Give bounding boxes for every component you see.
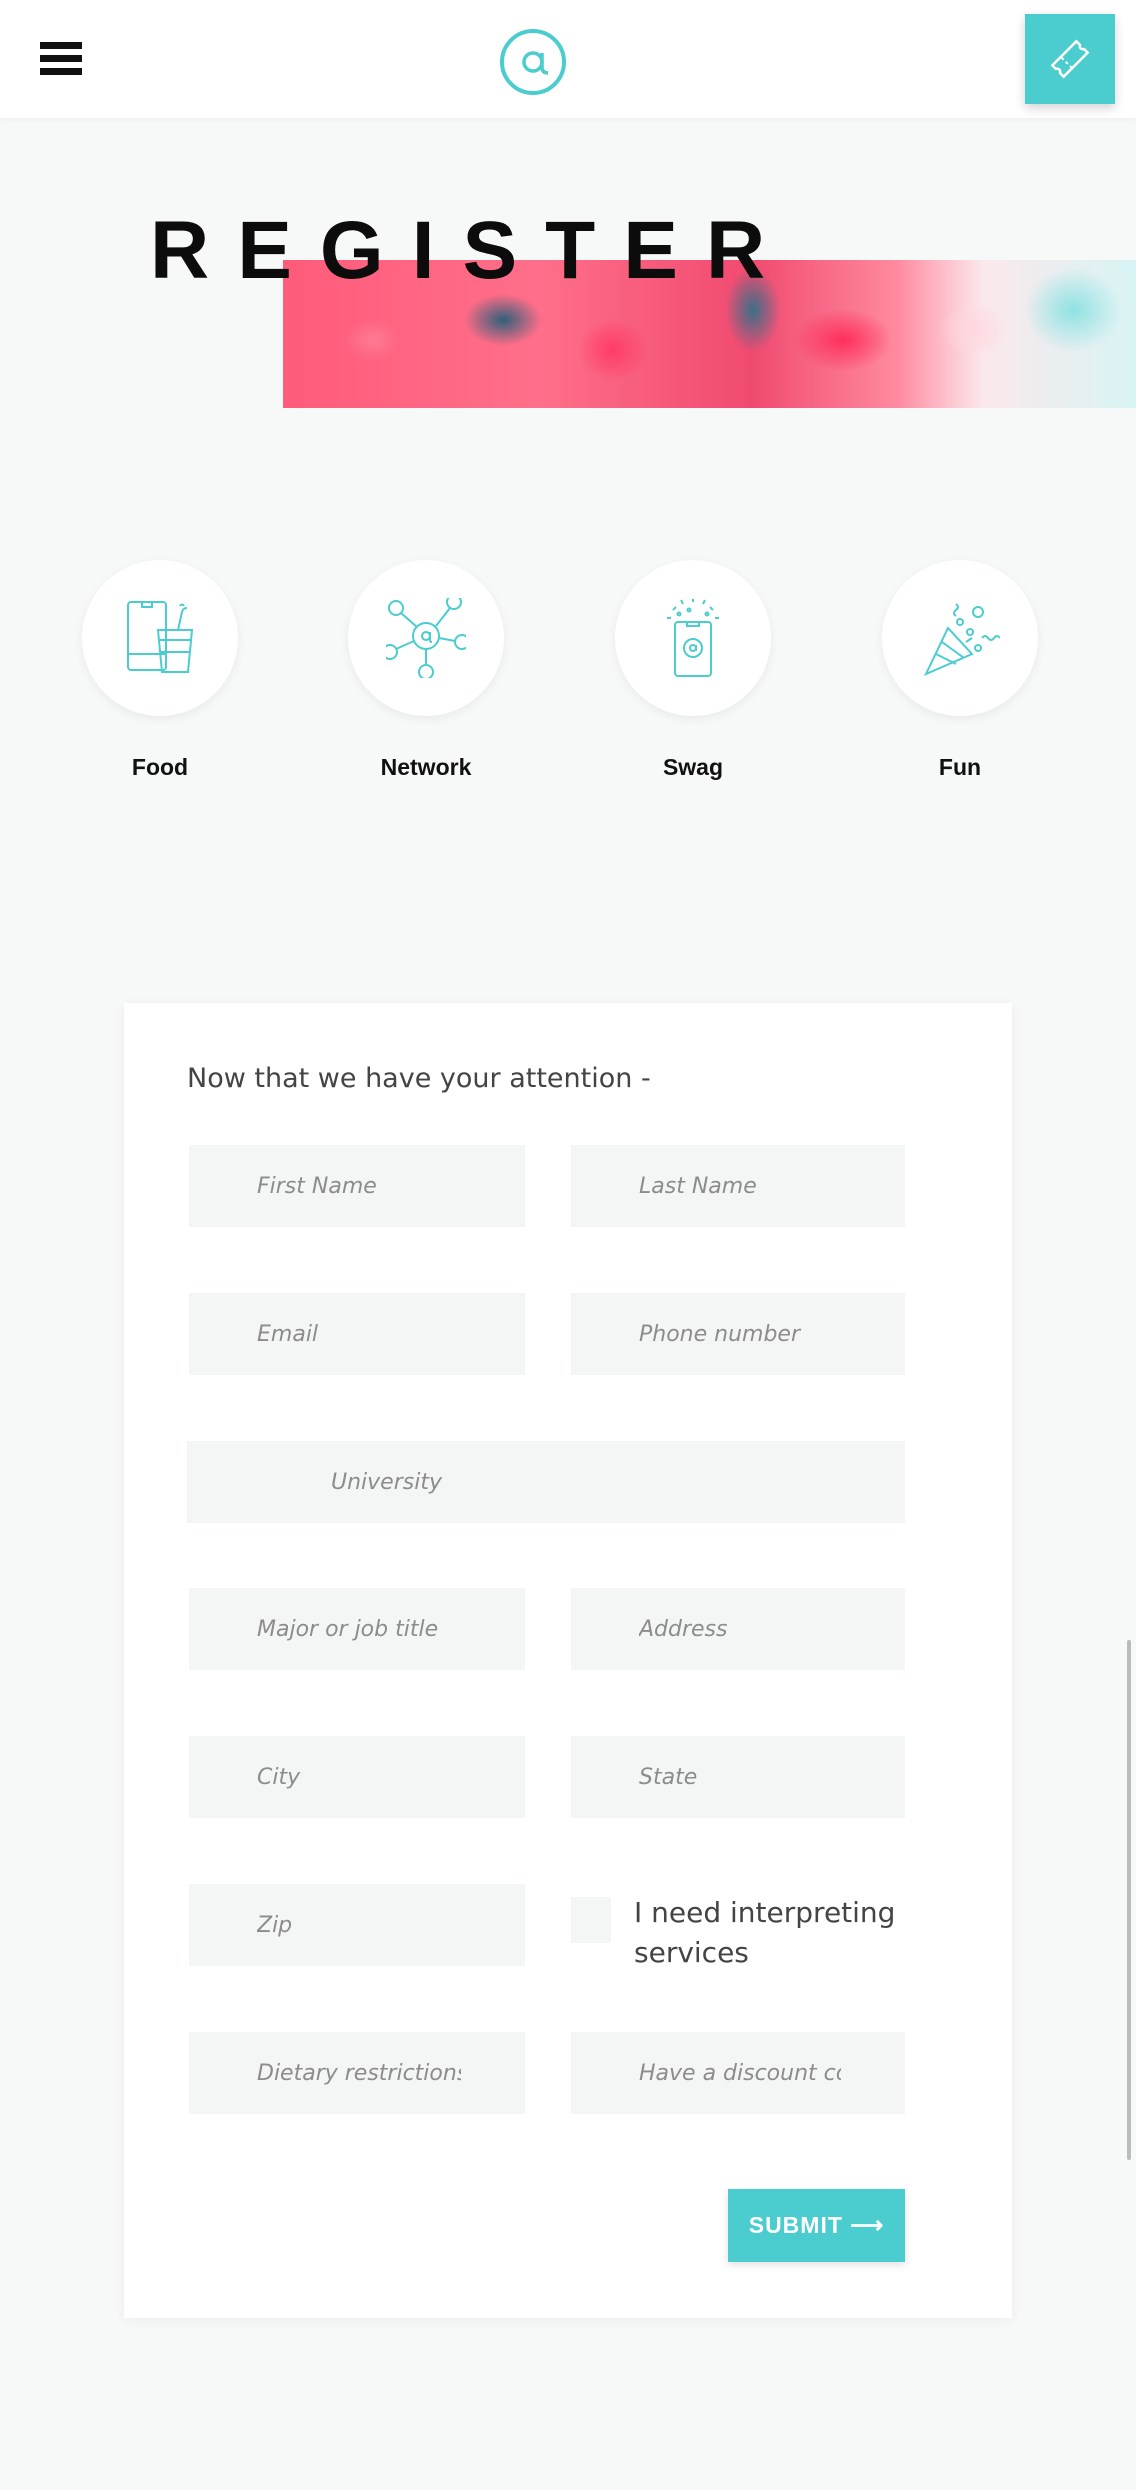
perk-label-food: Food: [131, 754, 189, 780]
major-job-title-field[interactable]: [189, 1588, 525, 1670]
submit-button[interactable]: SUBMIT ⟶: [728, 2189, 905, 2262]
zip-field[interactable]: [189, 1884, 525, 1966]
top-header: [0, 0, 1136, 118]
perk-label-network: Network: [380, 754, 472, 780]
discount-code-field[interactable]: [571, 2032, 905, 2114]
interpreting-services-checkbox[interactable]: [571, 1897, 611, 1943]
swag-phone-icon: [615, 560, 771, 716]
email-field[interactable]: [189, 1293, 525, 1375]
university-field[interactable]: [187, 1441, 905, 1523]
perk-fun: Fun: [882, 560, 1038, 781]
first-name-field[interactable]: [189, 1145, 525, 1227]
page-scrollbar[interactable]: [1127, 1640, 1131, 2160]
perk-label-fun: Fun: [938, 754, 982, 780]
ticket-icon: [1050, 39, 1090, 79]
perk-swag: Swag: [615, 560, 771, 781]
at-sign-logo-icon[interactable]: [500, 29, 566, 95]
interpreting-services-label[interactable]: I need interpreting services: [634, 1893, 924, 1973]
form-intro-text: Now that we have your attention -: [187, 1063, 651, 1094]
party-popper-icon: [882, 560, 1038, 716]
address-field[interactable]: [571, 1588, 905, 1670]
state-field[interactable]: [571, 1736, 905, 1818]
perk-network: Network: [348, 560, 504, 781]
city-field[interactable]: [189, 1736, 525, 1818]
network-icon: [348, 560, 504, 716]
last-name-field[interactable]: [571, 1145, 905, 1227]
dietary-restrictions-field[interactable]: [189, 2032, 525, 2114]
phone-number-field[interactable]: [571, 1293, 905, 1375]
perk-label-swag: Swag: [662, 754, 724, 780]
ticket-button[interactable]: [1025, 14, 1115, 104]
page-title: REGISTER: [150, 205, 794, 296]
food-drink-icon: [82, 560, 238, 716]
registration-form-card: Now that we have your attention - I need…: [124, 1003, 1012, 2318]
hamburger-menu-icon[interactable]: [40, 42, 82, 76]
perk-food: Food: [82, 560, 238, 781]
